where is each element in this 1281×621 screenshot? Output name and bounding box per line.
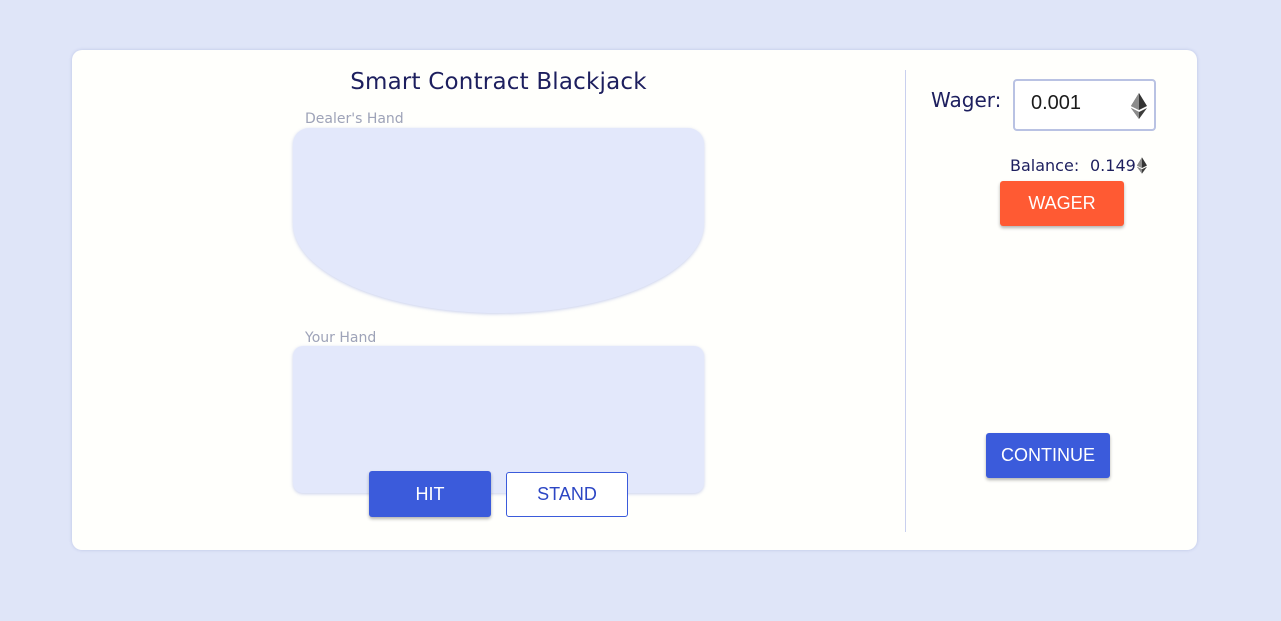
continue-button[interactable]: CONTINUE xyxy=(986,433,1110,478)
hit-button[interactable]: HIT xyxy=(369,471,491,517)
game-card: Smart Contract Blackjack Dealer's Hand Y… xyxy=(72,50,1197,550)
balance-label: Balance: xyxy=(1010,156,1080,175)
ethereum-icon xyxy=(1131,93,1147,123)
ethereum-icon xyxy=(1137,157,1147,178)
panel-divider xyxy=(905,70,906,532)
dealer-hand-label: Dealer's Hand xyxy=(305,111,404,127)
dealer-hand-area xyxy=(293,128,704,313)
your-hand-area xyxy=(293,346,704,493)
wager-field[interactable] xyxy=(1013,79,1156,131)
wager-button[interactable]: WAGER xyxy=(1000,181,1124,226)
stand-button[interactable]: STAND xyxy=(506,472,628,517)
your-hand-label: Your Hand xyxy=(305,330,377,346)
wager-input[interactable] xyxy=(1031,92,1121,115)
page-title: Smart Contract Blackjack xyxy=(350,69,647,95)
wager-label: Wager: xyxy=(931,88,1002,112)
balance-value: 0.149 xyxy=(1090,156,1136,175)
